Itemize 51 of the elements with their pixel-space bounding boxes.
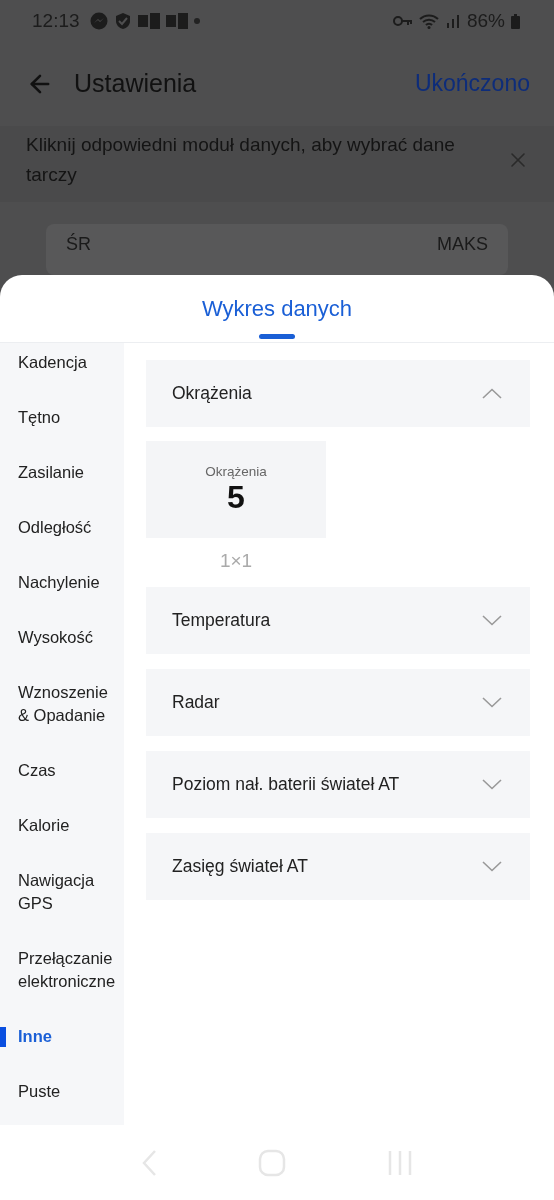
- section-title: Temperatura: [172, 610, 272, 631]
- chevron-down-icon: [482, 779, 502, 790]
- section-header[interactable]: Temperatura: [146, 587, 530, 654]
- hint-text: Kliknij odpowiedni moduł danych, aby wybrać dane tarczy: [26, 132, 456, 187]
- battery-icon: [511, 13, 520, 29]
- app-icon: [137, 13, 160, 30]
- section-header[interactable]: Radar: [146, 669, 530, 736]
- category-item[interactable]: Puste: [18, 1080, 122, 1103]
- category-item[interactable]: Tętno: [18, 406, 122, 429]
- category-item[interactable]: Zasilanie: [18, 461, 122, 484]
- section-title: Zasięg świateł AT: [172, 856, 309, 877]
- back-nav-icon[interactable]: [140, 1148, 157, 1177]
- category-item[interactable]: Odległość: [18, 516, 122, 539]
- home-nav-icon[interactable]: [258, 1148, 286, 1177]
- page-title: Ustawienia: [74, 69, 198, 99]
- sheet-tab[interactable]: Wykres danych: [201, 296, 353, 322]
- wifi-icon: [418, 13, 439, 30]
- category-item[interactable]: Inne: [18, 1025, 122, 1048]
- app-icon: [165, 13, 188, 30]
- tile-size: 1×1: [219, 550, 253, 572]
- category-item[interactable]: Kalorie: [18, 814, 122, 837]
- card-label: MAKS: [437, 233, 488, 256]
- key-icon: [392, 15, 413, 28]
- tile-label: Okrążenia: [205, 463, 267, 479]
- chevron-down-icon: [482, 615, 502, 626]
- section-title: Okrążenia: [172, 383, 253, 404]
- chevron-up-icon: [482, 388, 502, 399]
- section-header[interactable]: Zasięg świateł AT: [146, 833, 530, 900]
- category-item[interactable]: Czas: [18, 759, 122, 782]
- card-label: ŚR: [66, 233, 91, 256]
- category-item[interactable]: Wznoszenie & Opadanie: [18, 681, 122, 727]
- data-tile[interactable]: Okrążenia 5: [146, 441, 326, 538]
- section-header[interactable]: Okrążenia: [146, 360, 530, 427]
- signal-icon: [444, 13, 461, 30]
- section-header[interactable]: Poziom nał. baterii świateł AT: [146, 751, 530, 818]
- category-item[interactable]: Nachylenie: [18, 571, 122, 594]
- shield-check-icon: [113, 12, 132, 31]
- recents-nav-icon[interactable]: [387, 1148, 414, 1177]
- category-item[interactable]: Nawigacja GPS: [18, 869, 122, 915]
- chevron-down-icon: [482, 861, 502, 872]
- category-item[interactable]: Kadencja: [18, 351, 122, 374]
- category-item[interactable]: Wysokość: [18, 626, 122, 649]
- chevron-down-icon: [482, 697, 502, 708]
- messenger-icon: [89, 12, 108, 31]
- notification-dot-icon: [193, 18, 200, 25]
- tile-value: 5: [227, 478, 245, 516]
- selection-bar: [0, 1027, 6, 1047]
- section-title: Poziom nał. baterii świateł AT: [172, 774, 401, 795]
- section-title: Radar: [172, 692, 221, 713]
- category-item[interactable]: Przełączanie elektroniczne: [18, 947, 122, 993]
- tab-indicator: [259, 334, 295, 339]
